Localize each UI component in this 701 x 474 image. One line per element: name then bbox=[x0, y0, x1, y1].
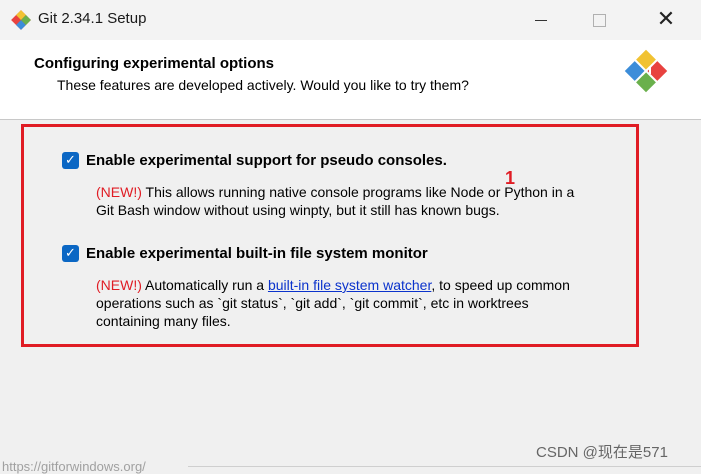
footer-url-link[interactable]: https://gitforwindows.org/ bbox=[2, 459, 146, 474]
fs-watcher-link[interactable]: built-in file system watcher bbox=[268, 277, 431, 293]
pseudo-console-description: (NEW!) This allows running native consol… bbox=[96, 183, 616, 219]
footer-divider bbox=[188, 466, 701, 467]
window-title: Git 2.34.1 Setup bbox=[38, 10, 147, 27]
maximize-button[interactable] bbox=[576, 0, 622, 40]
minimize-button[interactable] bbox=[518, 0, 564, 40]
csdn-watermark: CSDN @现在是571 bbox=[536, 444, 668, 461]
maximize-icon bbox=[592, 13, 606, 27]
check-icon: ✓ bbox=[65, 246, 76, 261]
fs-monitor-checkbox[interactable]: ✓ bbox=[62, 245, 79, 262]
check-icon: ✓ bbox=[65, 153, 76, 168]
page-subtitle: These features are developed actively. W… bbox=[57, 77, 469, 93]
title-bar: Git 2.34.1 Setup ✕ bbox=[0, 0, 701, 40]
pseudo-console-checkbox[interactable]: ✓ bbox=[62, 152, 79, 169]
wizard-header: Configuring experimental options These f… bbox=[0, 40, 701, 120]
fs-monitor-option[interactable]: ✓ Enable experimental built-in file syst… bbox=[62, 245, 428, 262]
description-text: containing many files. bbox=[96, 313, 231, 329]
git-app-icon bbox=[11, 10, 31, 30]
pseudo-console-option[interactable]: ✓ Enable experimental support for pseudo… bbox=[62, 152, 447, 169]
close-icon: ✕ bbox=[656, 7, 676, 32]
description-text: Git Bash window without using winpty, bu… bbox=[96, 202, 500, 218]
pseudo-console-label[interactable]: Enable experimental support for pseudo c… bbox=[86, 152, 447, 169]
git-logo-icon bbox=[624, 49, 668, 93]
fs-monitor-label[interactable]: Enable experimental built-in file system… bbox=[86, 245, 428, 262]
description-text: operations such as `git status`, `git ad… bbox=[96, 295, 529, 311]
description-text: Automatically run a bbox=[141, 277, 268, 293]
description-text: This allows running native console progr… bbox=[141, 184, 575, 200]
page-title: Configuring experimental options bbox=[34, 55, 275, 72]
close-button[interactable]: ✕ bbox=[643, 0, 689, 40]
options-panel: 1 ✓ Enable experimental support for pseu… bbox=[0, 120, 701, 469]
new-tag: (NEW!) bbox=[96, 184, 142, 200]
fs-monitor-description: (NEW!) Automatically run a built-in file… bbox=[96, 276, 616, 330]
description-text: , to speed up common bbox=[431, 277, 570, 293]
minimize-icon bbox=[535, 19, 547, 21]
new-tag: (NEW!) bbox=[96, 277, 142, 293]
